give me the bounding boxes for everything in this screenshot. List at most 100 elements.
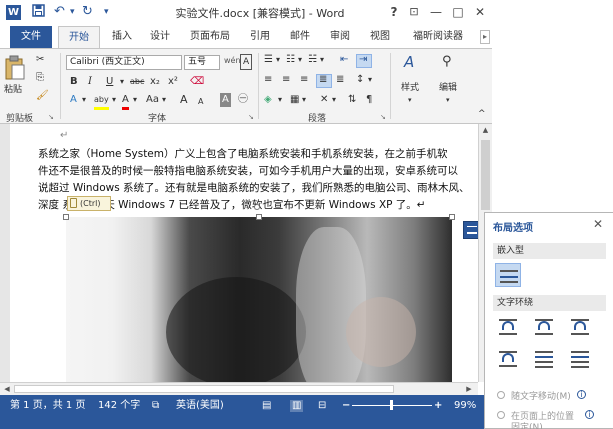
- highlight-dropdown-icon[interactable]: ▾: [112, 93, 116, 107]
- numbering-icon[interactable]: ☷: [286, 53, 295, 67]
- scroll-left-icon[interactable]: ◀: [2, 384, 12, 394]
- redo-icon[interactable]: ↻: [82, 4, 93, 20]
- chinese-layout-icon[interactable]: ✕: [320, 93, 328, 107]
- chinese-layout-dropdown-icon[interactable]: ▾: [332, 93, 336, 107]
- paste-button[interactable]: 粘贴: [4, 55, 30, 101]
- font-size-box[interactable]: 五号: [184, 55, 220, 70]
- tab-review[interactable]: 审阅: [322, 26, 358, 48]
- line-spacing-icon[interactable]: ↕: [356, 73, 364, 87]
- resize-handle[interactable]: [449, 214, 455, 220]
- close-button[interactable]: ✕: [472, 3, 488, 21]
- char-shading-icon[interactable]: A: [220, 93, 231, 107]
- align-center-icon[interactable]: ≡: [282, 73, 290, 87]
- print-layout-icon[interactable]: ▥: [290, 400, 304, 412]
- char-border-button[interactable]: A: [240, 54, 253, 70]
- wrap-inline-option[interactable]: [495, 263, 521, 287]
- change-case-button[interactable]: Aa: [146, 93, 159, 107]
- copy-icon[interactable]: ⎘: [36, 71, 44, 85]
- inserted-image[interactable]: [66, 217, 452, 382]
- info-icon[interactable]: i: [585, 410, 594, 419]
- superscript-button[interactable]: x²: [168, 75, 178, 89]
- shading-dropdown-icon[interactable]: ▾: [278, 93, 282, 107]
- underline-dropdown-icon[interactable]: ▾: [120, 75, 124, 89]
- proofing-icon[interactable]: ⧉: [152, 400, 159, 412]
- clear-formatting-icon[interactable]: ⌫: [190, 75, 204, 89]
- underline-button[interactable]: U: [106, 75, 113, 89]
- multilevel-list-icon[interactable]: ☵: [308, 53, 317, 67]
- read-mode-icon[interactable]: ▤: [262, 400, 271, 412]
- move-with-text-radio[interactable]: [497, 391, 505, 399]
- fix-position-radio[interactable]: [497, 411, 505, 419]
- wrap-square-option[interactable]: [495, 315, 521, 339]
- enclose-char-icon[interactable]: ㊀: [238, 93, 248, 107]
- cut-icon[interactable]: ✂: [36, 53, 44, 67]
- tab-references[interactable]: 引用: [242, 26, 278, 48]
- word-logo-icon[interactable]: W: [6, 5, 21, 20]
- zoom-level[interactable]: 99%: [454, 400, 476, 412]
- horizontal-scrollbar[interactable]: ◀ ▶: [0, 382, 478, 395]
- align-left-icon[interactable]: ≡: [264, 73, 272, 87]
- web-layout-icon[interactable]: ⊟: [318, 400, 326, 412]
- resize-handle[interactable]: [256, 214, 262, 220]
- shading-icon[interactable]: ◈: [264, 93, 272, 107]
- tab-scroll-right-icon[interactable]: ▸: [480, 30, 490, 44]
- shrink-font-button[interactable]: A: [198, 95, 203, 109]
- change-case-dropdown-icon[interactable]: ▾: [162, 93, 166, 107]
- page-count[interactable]: 第 1 页，共 1 页: [10, 400, 85, 412]
- editing-button[interactable]: ⚲ 编辑 ▾: [436, 55, 466, 105]
- wrap-tight-option[interactable]: [531, 315, 557, 339]
- italic-button[interactable]: I: [88, 75, 92, 89]
- rotate-handle[interactable]: [254, 204, 260, 210]
- resize-handle[interactable]: [63, 214, 69, 220]
- save-icon[interactable]: [32, 4, 45, 22]
- highlight-button[interactable]: aby: [94, 93, 109, 110]
- borders-icon[interactable]: ▦: [290, 93, 299, 107]
- vertical-scroll-thumb[interactable]: [481, 140, 490, 210]
- customize-quick-access-icon[interactable]: ▾: [104, 4, 109, 20]
- tab-file[interactable]: 文件: [10, 26, 52, 48]
- word-count[interactable]: 142 个字: [98, 400, 140, 412]
- show-marks-icon[interactable]: ¶: [366, 93, 372, 107]
- text-effects-dropdown-icon[interactable]: ▾: [82, 93, 86, 107]
- font-launcher-icon[interactable]: ↘: [248, 113, 254, 121]
- zoom-out-button[interactable]: −: [342, 400, 350, 412]
- horizontal-scroll-thumb[interactable]: [14, 385, 394, 393]
- font-color-dropdown-icon[interactable]: ▾: [133, 93, 137, 107]
- tab-page-layout[interactable]: 页面布局: [182, 26, 238, 48]
- multilevel-dropdown-icon[interactable]: ▾: [320, 53, 324, 67]
- font-color-button[interactable]: A: [122, 93, 129, 110]
- tab-mailings[interactable]: 邮件: [282, 26, 318, 48]
- scroll-right-icon[interactable]: ▶: [464, 384, 474, 394]
- paste-options-button[interactable]: (Ctrl): [67, 196, 111, 211]
- bold-button[interactable]: B: [70, 75, 78, 89]
- collapse-ribbon-icon[interactable]: ^: [478, 107, 486, 121]
- styles-button[interactable]: A 样式 ▾: [398, 55, 428, 105]
- grow-font-button[interactable]: A: [180, 93, 188, 107]
- bullets-icon[interactable]: ☰: [264, 53, 273, 67]
- text-effects-button[interactable]: A: [70, 93, 77, 107]
- zoom-slider-thumb[interactable]: [390, 400, 394, 410]
- restore-button[interactable]: □: [450, 3, 466, 21]
- undo-icon[interactable]: ↶: [54, 4, 65, 20]
- bullets-dropdown-icon[interactable]: ▾: [276, 53, 280, 67]
- info-icon[interactable]: i: [577, 390, 586, 399]
- zoom-in-button[interactable]: +: [434, 400, 442, 412]
- wrap-through-option[interactable]: [567, 315, 593, 339]
- numbering-dropdown-icon[interactable]: ▾: [298, 53, 302, 67]
- phonetic-guide-icon[interactable]: wén: [224, 54, 241, 68]
- tab-foxit-reader[interactable]: 福昕阅读器: [404, 26, 472, 48]
- decrease-indent-icon[interactable]: ⇤: [340, 53, 348, 67]
- undo-dropdown-icon[interactable]: ▾: [70, 4, 75, 20]
- clipboard-launcher-icon[interactable]: ↘: [48, 113, 54, 121]
- strikethrough-button[interactable]: abc: [130, 75, 144, 89]
- font-name-box[interactable]: Calibri (西文正文): [66, 55, 182, 70]
- borders-dropdown-icon[interactable]: ▾: [302, 93, 306, 107]
- tab-insert[interactable]: 插入: [104, 26, 140, 48]
- document-page[interactable]: ↵ 系统之家（Home System）广义上包含了电脑系统安装和手机系统安装，在…: [10, 124, 481, 382]
- tab-home[interactable]: 开始: [58, 26, 100, 49]
- wrap-in-front-option[interactable]: [567, 347, 593, 371]
- distributed-icon[interactable]: ≣: [336, 73, 344, 87]
- help-button[interactable]: ?: [386, 3, 402, 21]
- language-status[interactable]: 英语(美国): [176, 400, 224, 412]
- subscript-button[interactable]: x₂: [150, 75, 160, 89]
